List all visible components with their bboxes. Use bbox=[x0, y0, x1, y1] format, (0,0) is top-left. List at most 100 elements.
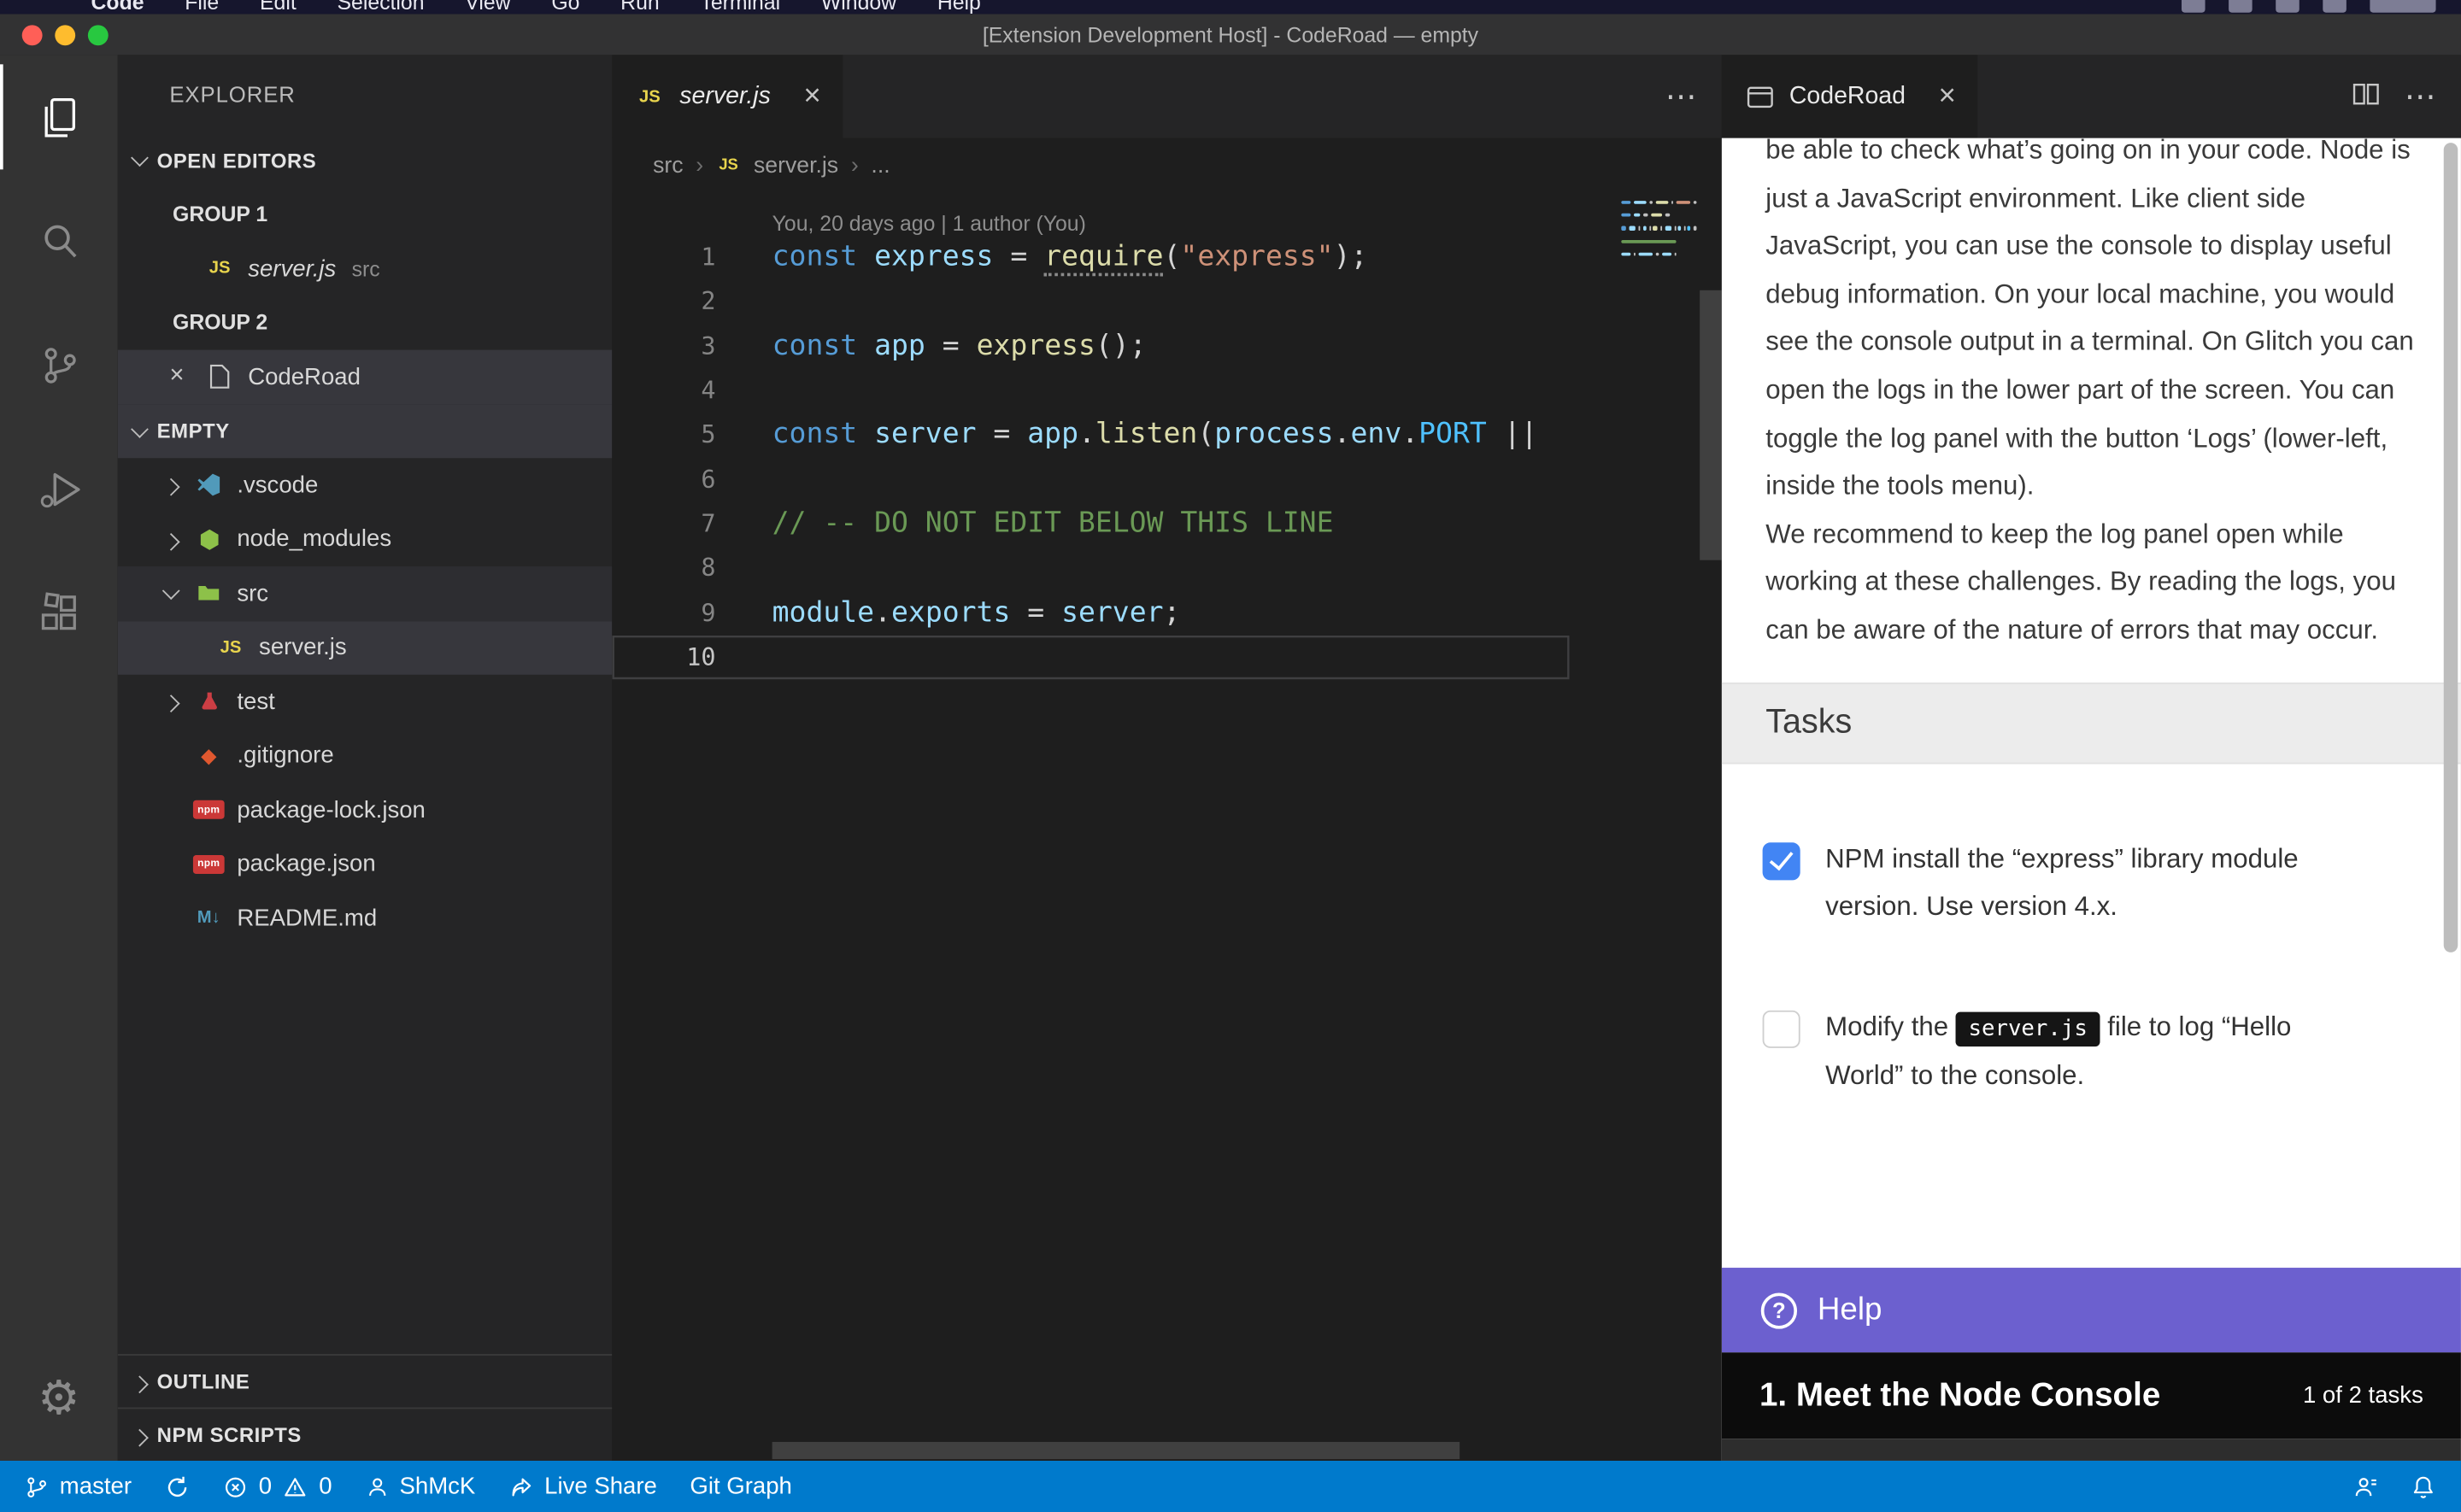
search-icon bbox=[35, 217, 82, 264]
npm-file-icon: npm bbox=[193, 800, 225, 819]
menu-code[interactable]: Code bbox=[91, 0, 144, 14]
codelens-annotation[interactable]: You, 20 days ago | 1 author (You) bbox=[612, 193, 1722, 236]
task-item: Modify the server.js file to log “Hello … bbox=[1763, 1004, 2405, 1101]
tab-label: CodeRoad bbox=[1789, 82, 1906, 110]
close-icon[interactable]: × bbox=[803, 82, 820, 112]
menu-run[interactable]: Run bbox=[620, 0, 659, 14]
tree-item-readme-md[interactable]: M↓README.md bbox=[118, 891, 613, 945]
empty-section-header[interactable]: EMPTY bbox=[118, 404, 613, 458]
breadcrumb-src[interactable]: src bbox=[653, 153, 684, 178]
file-name: package.json bbox=[237, 851, 375, 877]
run-debug-icon bbox=[35, 466, 82, 513]
menu-view[interactable]: View bbox=[465, 0, 510, 14]
settings-gear-icon[interactable]: ⚙ bbox=[0, 1348, 118, 1451]
live-share-button[interactable]: Live Share bbox=[508, 1474, 657, 1500]
sync-changes-button[interactable] bbox=[165, 1474, 190, 1499]
minimap[interactable] bbox=[1618, 199, 1697, 263]
menu-selection[interactable]: Selection bbox=[337, 0, 424, 14]
feedback-icon[interactable] bbox=[2352, 1474, 2379, 1499]
webview-scrollbar[interactable] bbox=[2444, 143, 2458, 952]
menu-edit[interactable]: Edit bbox=[260, 0, 297, 14]
task-checkbox-unchecked[interactable] bbox=[1763, 1010, 1800, 1047]
menubar-status-icons bbox=[2182, 0, 2436, 13]
tree-item-node-modules[interactable]: node_modules bbox=[118, 513, 613, 566]
vertical-scrollbar[interactable] bbox=[1700, 290, 1722, 560]
vscode-window: Code File Edit Selection View Go Run Terminal Wi… bbox=[0, 0, 2461, 1512]
close-icon[interactable]: × bbox=[169, 363, 203, 391]
lesson-footer[interactable]: 1. Meet the Node Console 1 of 2 tasks bbox=[1722, 1352, 2461, 1439]
menu-help[interactable]: Help bbox=[937, 0, 981, 14]
close-window-button[interactable] bbox=[22, 24, 43, 44]
problems-indicator[interactable]: 0 0 bbox=[223, 1474, 332, 1500]
menu-file[interactable]: File bbox=[185, 0, 219, 14]
code-editor[interactable]: You, 20 days ago | 1 author (You) 1const… bbox=[612, 193, 1722, 1461]
code-line-1[interactable]: 1const express = require("express"); bbox=[612, 236, 1569, 280]
split-editor-icon[interactable] bbox=[2352, 79, 2379, 114]
outline-section-header[interactable]: OUTLINE bbox=[118, 1354, 613, 1407]
files-icon bbox=[35, 93, 82, 140]
folder-file-icon bbox=[193, 581, 225, 606]
open-editor-item-server-js[interactable]: JSserver.jssrc bbox=[118, 242, 613, 296]
menu-go[interactable]: Go bbox=[551, 0, 579, 14]
file-name: test bbox=[237, 689, 274, 715]
minimize-window-button[interactable] bbox=[55, 24, 75, 44]
extensions-activity-icon[interactable] bbox=[0, 551, 118, 675]
code-line-10[interactable]: 10 bbox=[612, 635, 1569, 679]
macos-menu-bar: Code File Edit Selection View Go Run Terminal Wi… bbox=[0, 0, 2461, 15]
code-line-3[interactable]: 3const app = express(); bbox=[612, 324, 1569, 368]
test-file-icon bbox=[193, 689, 225, 714]
line-number: 9 bbox=[612, 599, 715, 627]
code-line-4[interactable]: 4 bbox=[612, 368, 1569, 413]
more-actions-icon[interactable]: ⋯ bbox=[2405, 77, 2436, 116]
git-branch-indicator[interactable]: master bbox=[25, 1474, 132, 1500]
menu-window[interactable]: Window bbox=[821, 0, 896, 14]
code-line-2[interactable]: 2 bbox=[612, 279, 1569, 324]
tree-item-test[interactable]: test bbox=[118, 675, 613, 729]
breadcrumb-server-js[interactable]: server.js bbox=[754, 153, 838, 178]
close-icon[interactable]: × bbox=[1939, 82, 1956, 112]
explorer-activity-icon[interactable] bbox=[0, 55, 118, 179]
account-indicator[interactable]: ShMcK bbox=[365, 1474, 475, 1500]
run-debug-activity-icon[interactable] bbox=[0, 427, 118, 551]
tree-item-src[interactable]: src bbox=[118, 566, 613, 620]
tree-item-package-json[interactable]: npmpackage.json bbox=[118, 837, 613, 891]
search-activity-icon[interactable] bbox=[0, 179, 118, 302]
menu-terminal[interactable]: Terminal bbox=[700, 0, 780, 14]
open-editors-header[interactable]: OPEN EDITORS bbox=[118, 133, 613, 187]
zoom-window-button[interactable] bbox=[88, 24, 109, 44]
notifications-bell-icon[interactable] bbox=[2411, 1474, 2435, 1499]
tasks-header: Tasks bbox=[1722, 682, 2461, 764]
chevron-down-icon bbox=[131, 420, 149, 438]
code-line-6[interactable]: 6 bbox=[612, 457, 1569, 501]
code-line-8[interactable]: 8 bbox=[612, 546, 1569, 590]
coderoad-webview: be able to check what’s going on in your… bbox=[1722, 138, 2461, 1461]
chevron-right-icon bbox=[162, 695, 180, 713]
status-bar: master 0 0 ShMcK bbox=[0, 1461, 2461, 1512]
code-line-5[interactable]: 5const server = app.listen(process.env.P… bbox=[612, 413, 1569, 457]
open-editor-item-coderoad[interactable]: ×CodeRoad bbox=[118, 350, 613, 404]
open-editors-group-label: GROUP 2 bbox=[118, 296, 613, 349]
more-actions-icon[interactable]: ⋯ bbox=[1665, 77, 1697, 116]
git-graph-button[interactable]: Git Graph bbox=[690, 1474, 791, 1500]
file-name: server.js bbox=[248, 255, 336, 282]
code-line-9[interactable]: 9module.exports = server; bbox=[612, 590, 1569, 635]
code-line-7[interactable]: 7// -- DO NOT EDIT BELOW THIS LINE bbox=[612, 501, 1569, 546]
task-checkbox-checked[interactable] bbox=[1763, 841, 1800, 879]
source-control-activity-icon[interactable] bbox=[0, 302, 118, 426]
tutorial-paragraph: We recommend to keep the log panel open … bbox=[1765, 511, 2417, 655]
help-section[interactable]: ? Help bbox=[1722, 1268, 2461, 1352]
tab-server-js[interactable]: JS server.js × bbox=[612, 55, 843, 138]
tree-item--vscode[interactable]: .vscode bbox=[118, 458, 613, 512]
tree-item--gitignore[interactable]: ◆.gitignore bbox=[118, 729, 613, 782]
line-number: 2 bbox=[612, 288, 715, 316]
tree-item-server-js[interactable]: JSserver.js bbox=[118, 620, 613, 674]
activity-bar: ⚙ bbox=[0, 55, 118, 1461]
task-progress: 1 of 2 tasks bbox=[2303, 1382, 2423, 1409]
breadcrumb-symbol[interactable]: ... bbox=[871, 153, 890, 178]
tree-item-package-lock-json[interactable]: npmpackage-lock.json bbox=[118, 783, 613, 837]
file-detail: src bbox=[352, 257, 380, 281]
horizontal-scrollbar[interactable] bbox=[772, 1442, 1460, 1459]
npm-scripts-section-header[interactable]: NPM SCRIPTS bbox=[118, 1408, 613, 1461]
tab-coderoad[interactable]: CodeRoad × bbox=[1722, 55, 1978, 138]
outline-label: OUTLINE bbox=[157, 1369, 250, 1393]
